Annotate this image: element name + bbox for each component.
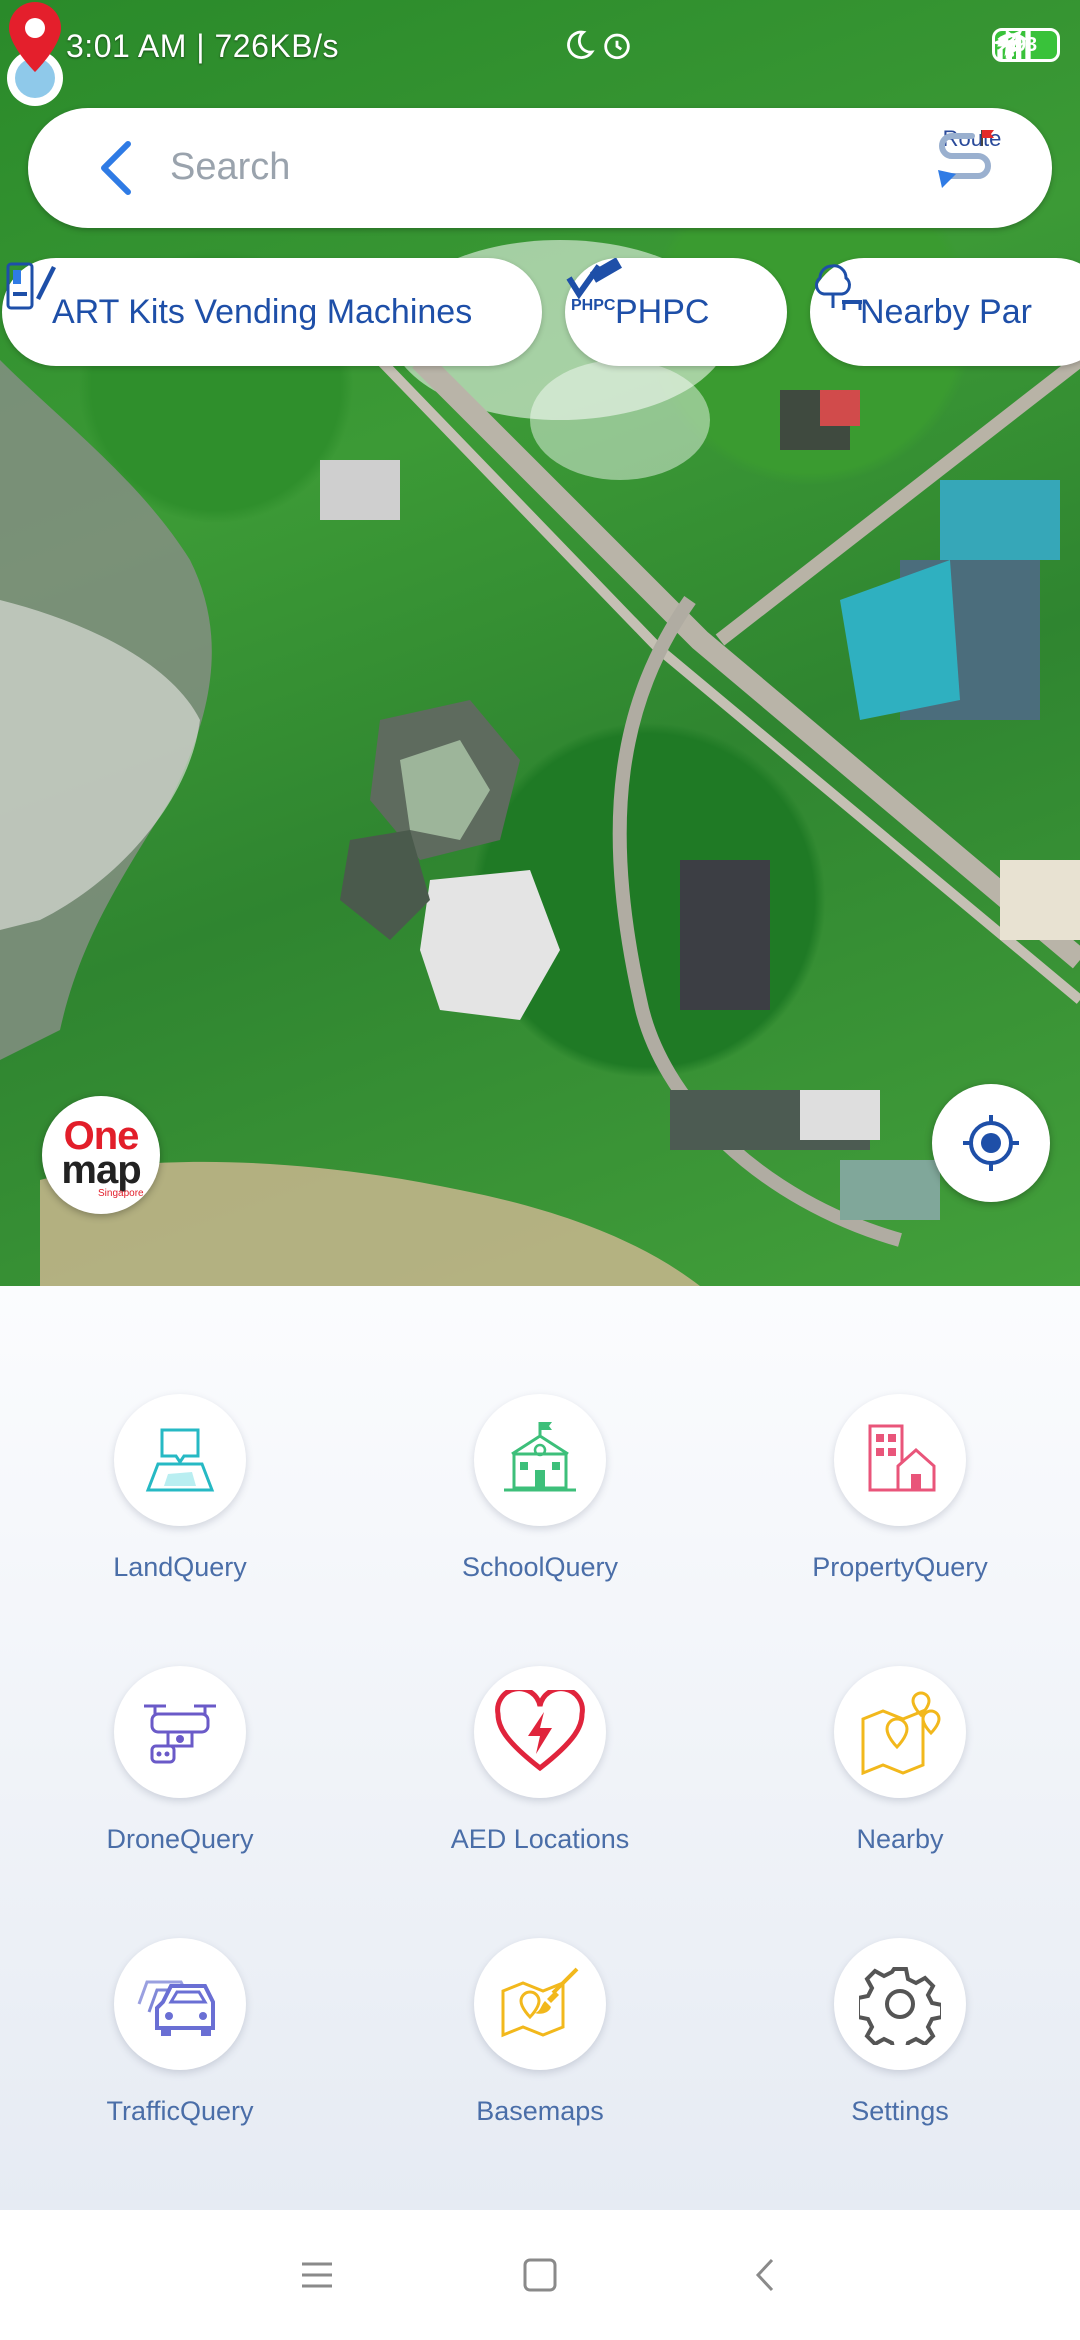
menu-label: AED Locations [450,1824,630,1854]
search-bar[interactable]: Search Route [28,108,1052,228]
onemap-logo: One map Singapore [42,1096,160,1214]
aed-heart-icon [495,1690,585,1772]
location-pin-icon[interactable] [0,0,70,110]
logo-singapore: Singapore [98,1188,144,1199]
property-icon [868,1424,936,1492]
menu-basemaps[interactable]: Basemaps [390,1938,690,2127]
land-query-icon-bg [114,1394,246,1526]
search-input[interactable]: Search [170,146,290,189]
system-nav-bar [0,2210,1080,2340]
school-icon [504,1422,576,1492]
chip-label: PHPC [615,292,710,331]
vending-machine-icon [6,262,56,310]
land-query-icon [145,1428,215,1492]
chip-label: Nearby Par [860,292,1032,331]
settings-icon-bg [834,1938,966,2070]
route-icon [938,130,994,188]
drone-icon-bg [114,1666,246,1798]
menu-label: Basemaps [476,2096,604,2126]
menu-label: SchoolQuery [461,1552,619,1582]
chip-label: ART Kits Vending Machines [52,292,473,331]
crosshair-icon [963,1115,1019,1171]
phpc-ready-icon: PHPC [566,258,622,314]
nearby-icon-bg [834,1666,966,1798]
school-icon-bg [474,1394,606,1526]
menu-traffic-query[interactable]: TrafficQuery [30,1938,330,2127]
menu-label: TrafficQuery [106,2096,254,2126]
category-chips: ART Kits Vending Machines PHPC PHPC Near… [0,258,1080,366]
menu-icon[interactable] [292,2250,342,2300]
svg-text:PHPC: PHPC [571,297,616,314]
chip-nearby-parks[interactable]: Nearby Par [810,258,1080,366]
park-bench-icon [815,264,862,310]
menu-land-query[interactable]: LandQuery [30,1394,330,1583]
charging-icon [997,31,1016,57]
route-button[interactable]: Route [932,126,1012,216]
moon-icon [567,30,595,59]
traffic-icon-bg [114,1938,246,2070]
menu-label: Settings [851,2096,949,2126]
status-time: 3:01 AM | 726KB/s [66,28,339,64]
menu-label: LandQuery [113,1552,247,1582]
property-icon-bg [834,1394,966,1526]
status-bar: 3:01 AM | 726KB/s 93 [0,0,1080,100]
menu-property-query[interactable]: PropertyQuery [750,1394,1050,1583]
back-arrow-icon[interactable] [88,138,148,198]
menu-school-query[interactable]: SchoolQuery [390,1394,690,1583]
menu-label: DroneQuery [106,1824,254,1854]
map-view[interactable]: 3:01 AM | 726KB/s 93 Search Route [0,0,1080,1286]
home-icon[interactable] [515,2250,565,2300]
chip-art-kits[interactable]: ART Kits Vending Machines [2,258,542,366]
feature-menu: LandQuery SchoolQuery PropertyQuery Dron… [0,1286,1080,2210]
alarm-icon [604,33,630,60]
nearby-map-icon [861,1691,941,1775]
menu-label: PropertyQuery [812,1552,988,1582]
menu-aed-locations[interactable]: AED Locations [390,1666,690,1855]
basemap-icon [501,1967,579,2038]
menu-nearby[interactable]: Nearby [750,1666,1050,1855]
drone-icon [144,1704,216,1764]
traffic-car-icon [137,1980,215,2036]
menu-label: Nearby [856,1824,944,1854]
menu-settings[interactable]: Settings [750,1938,1050,2127]
basemap-icon-bg [474,1938,606,2070]
gear-icon [859,1967,941,2045]
back-icon[interactable] [742,2250,792,2300]
logo-map: map [61,1148,141,1192]
menu-drone-query[interactable]: DroneQuery [30,1666,330,1855]
chip-phpc[interactable]: PHPC PHPC [565,258,787,366]
aed-icon-bg [474,1666,606,1798]
my-location-button[interactable] [932,1084,1050,1202]
